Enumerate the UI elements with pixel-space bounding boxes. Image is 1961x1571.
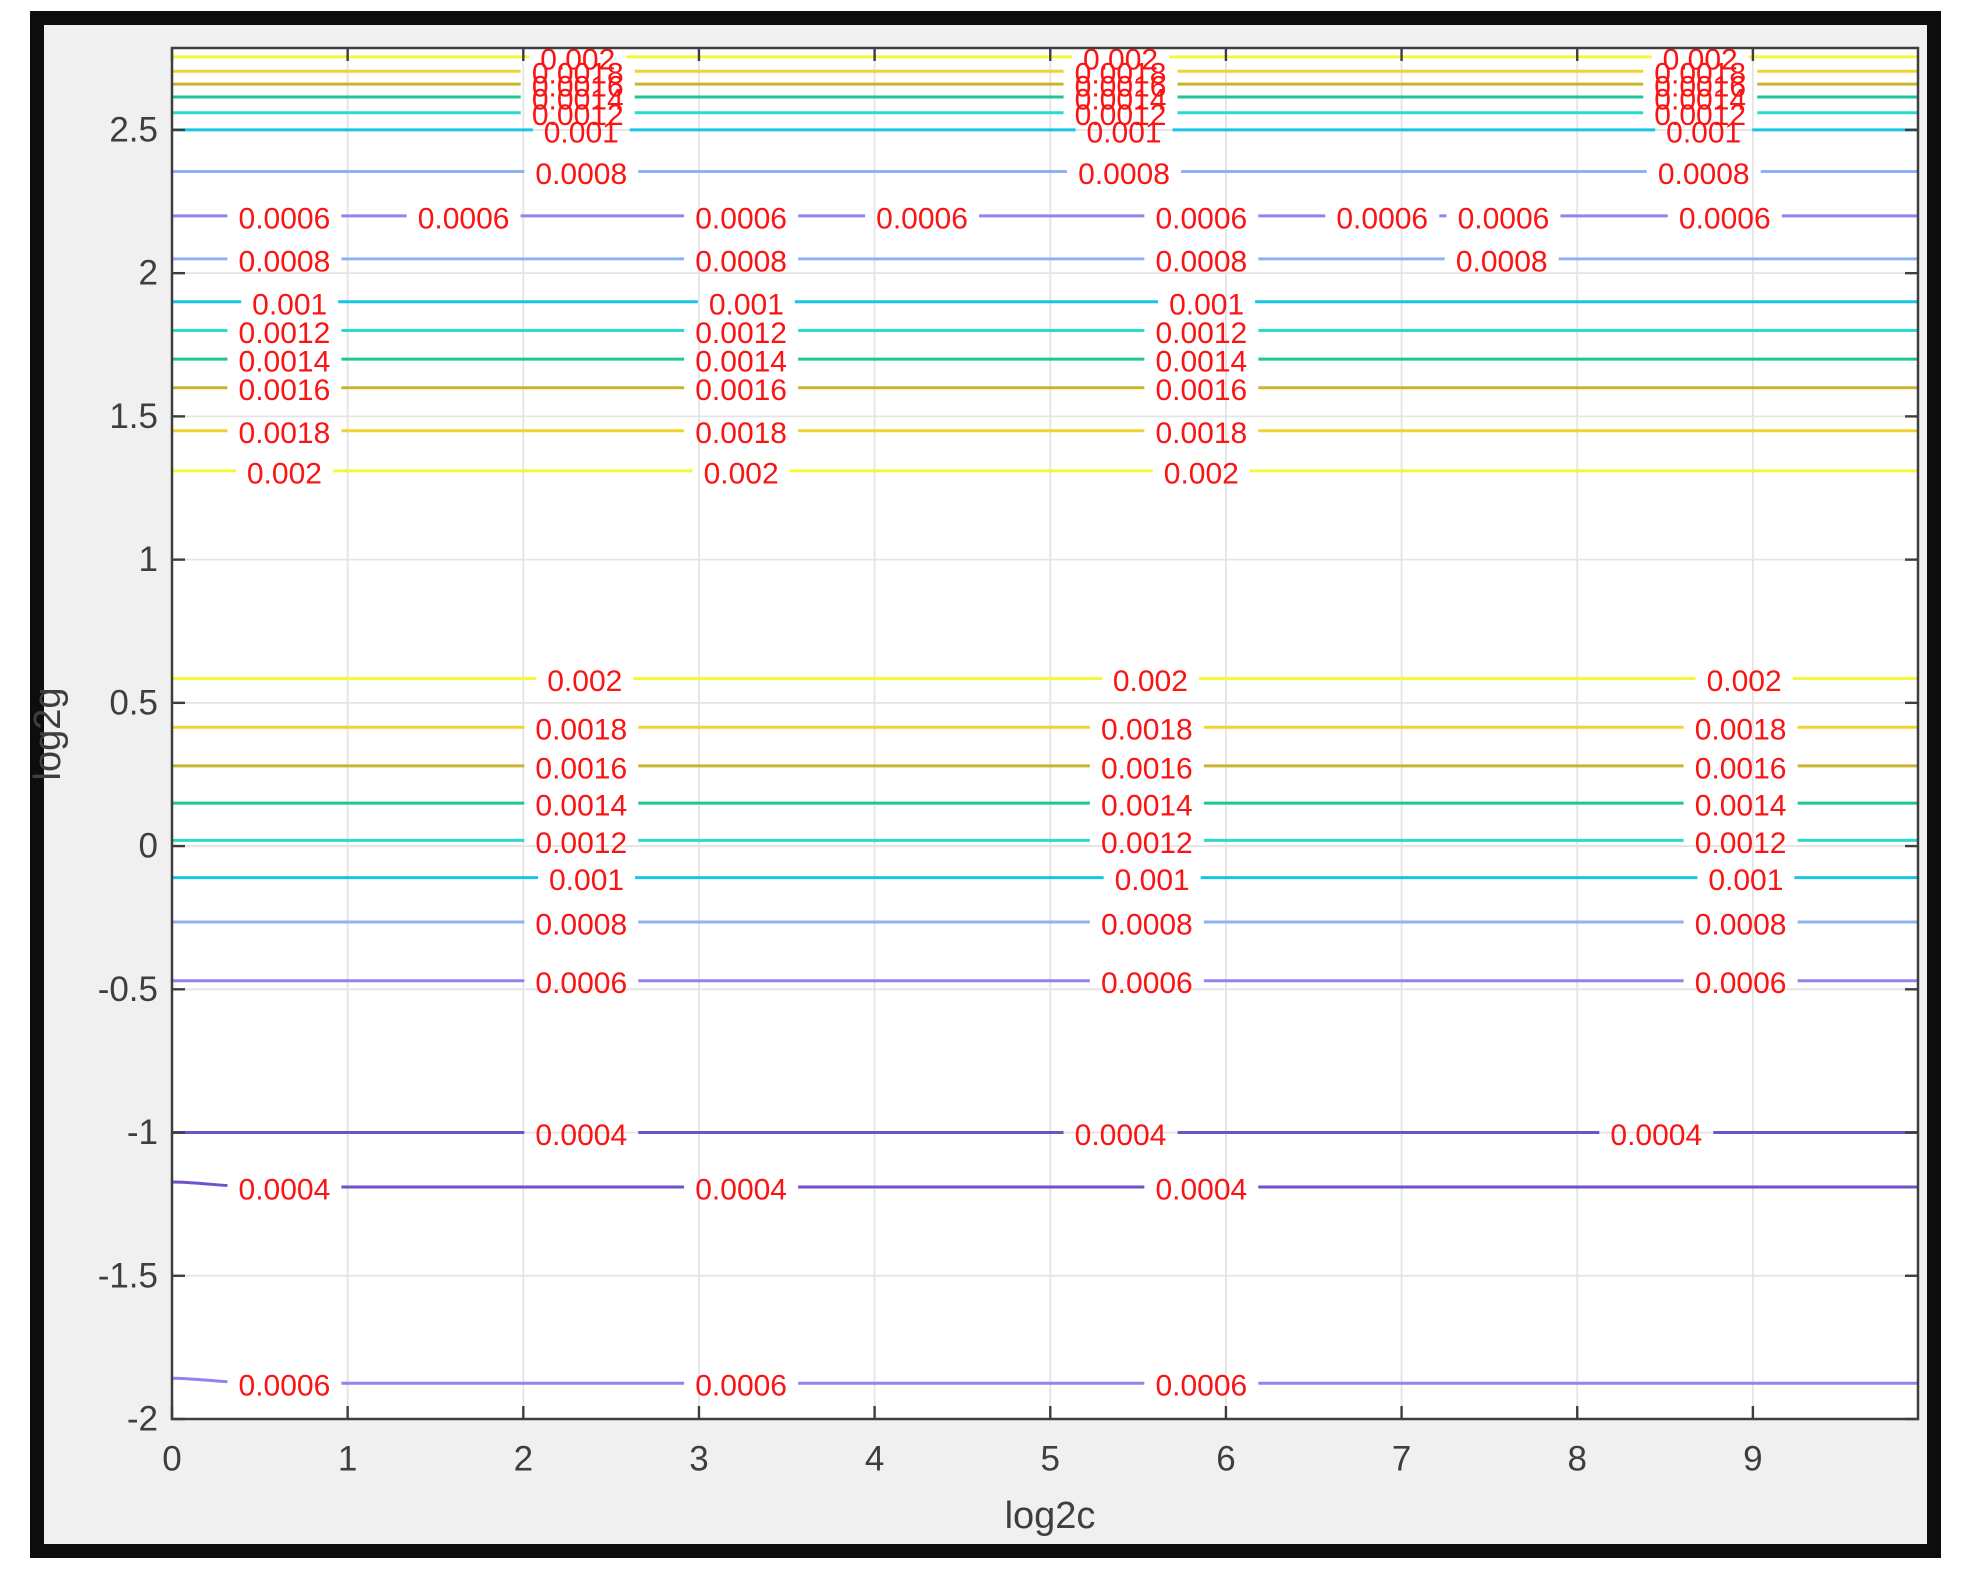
contour-label: 0.0016	[239, 374, 331, 407]
contour-label: 0.002	[1164, 457, 1239, 490]
contour-label: 0.0008	[1101, 908, 1193, 941]
y-tick-label: -1.5	[98, 1256, 158, 1295]
contour-label: 0.0012	[535, 827, 627, 860]
contour-label: 0.0018	[1155, 417, 1247, 450]
x-tick-label: 8	[1567, 1440, 1586, 1479]
contour-label: 0.0008	[1456, 245, 1548, 278]
y-tick-label: 1.5	[109, 397, 158, 436]
x-tick-label: 3	[689, 1440, 708, 1479]
contour-label: 0.0008	[1155, 245, 1247, 278]
contour-label: 0.0006	[239, 202, 331, 235]
contour-label: 0.0008	[1658, 158, 1750, 191]
contour-label: 0.0016	[1155, 374, 1247, 407]
contour-label: 0.0006	[695, 202, 787, 235]
contour-label: 0.0008	[239, 245, 331, 278]
contour-label: 0.002	[247, 457, 322, 490]
y-tick-label: 0.5	[109, 683, 158, 722]
y-tick-label: 2	[139, 254, 158, 293]
y-tick-label: -0.5	[98, 970, 158, 1009]
contour-label: 0.0008	[1695, 908, 1787, 941]
contour-label: 0.001	[1708, 864, 1783, 897]
contour-label: 0.0004	[1610, 1119, 1702, 1152]
contour-label: 0.0016	[535, 752, 627, 785]
contour-label: 0.0018	[535, 714, 627, 747]
contour-label: 0.0018	[695, 417, 787, 450]
contour-label: 0.0006	[695, 1370, 787, 1403]
x-tick-label: 7	[1392, 1440, 1411, 1479]
y-tick-label: -1	[127, 1113, 158, 1152]
y-tick-label: 0	[139, 827, 158, 866]
contour-label: 0.001	[544, 116, 619, 149]
contour-label: 0.002	[1113, 665, 1188, 698]
contour-label: 0.0008	[535, 158, 627, 191]
contour-label: 0.0016	[1695, 752, 1787, 785]
contour-label: 0.0006	[1155, 202, 1247, 235]
contour-label: 0.0012	[1101, 827, 1193, 860]
contour-label: 0.0004	[535, 1119, 627, 1152]
y-tick-label: -2	[127, 1400, 158, 1439]
contour-label: 0.0016	[1101, 752, 1193, 785]
contour-label: 0.0018	[1695, 714, 1787, 747]
contour-label: 0.0014	[1101, 790, 1193, 823]
contour-label: 0.0004	[239, 1173, 331, 1206]
contour-label: 0.0004	[695, 1173, 787, 1206]
contour-label: 0.0006	[239, 1370, 331, 1403]
x-tick-label: 4	[865, 1440, 884, 1479]
contour-label: 0.0014	[1695, 790, 1787, 823]
contour-label: 0.001	[1087, 116, 1162, 149]
x-tick-label: 5	[1041, 1440, 1060, 1479]
y-tick-label: 1	[139, 540, 158, 579]
contour-label: 0.0006	[1101, 967, 1193, 1000]
contour-label: 0.0006	[1155, 1370, 1247, 1403]
contour-label: 0.0006	[1336, 202, 1428, 235]
y-tick-label: 2.5	[109, 110, 158, 149]
contour-label: 0.0018	[239, 417, 331, 450]
contour-chart: 0.0020.0020.0020.00180.00180.00180.00160…	[0, 0, 1961, 1571]
contour-label: 0.002	[704, 457, 779, 490]
contour-label: 0.0006	[1695, 967, 1787, 1000]
contour-label: 0.0004	[1155, 1173, 1247, 1206]
contour-label: 0.0006	[1458, 202, 1550, 235]
contour-label: 0.0006	[1679, 202, 1771, 235]
x-tick-label: 0	[162, 1440, 181, 1479]
x-axis-title: log2c	[990, 1497, 1110, 1535]
contour-label: 0.001	[1115, 864, 1190, 897]
x-tick-label: 9	[1743, 1440, 1762, 1479]
contour-label: 0.0006	[535, 967, 627, 1000]
contour-label: 0.001	[549, 864, 624, 897]
contour-label: 0.0008	[535, 908, 627, 941]
contour-label: 0.0012	[1695, 827, 1787, 860]
contour-label: 0.0004	[1075, 1119, 1167, 1152]
contour-label: 0.002	[547, 665, 622, 698]
contour-label: 0.0008	[1078, 158, 1170, 191]
y-axis-title: log2g	[29, 644, 67, 824]
x-tick-label: 2	[514, 1440, 533, 1479]
x-tick-label: 6	[1216, 1440, 1235, 1479]
contour-label: 0.0016	[695, 374, 787, 407]
contour-label: 0.0008	[695, 245, 787, 278]
contour-label: 0.001	[1666, 116, 1741, 149]
contour-label: 0.0018	[1101, 714, 1193, 747]
contour-label: 0.0006	[418, 202, 510, 235]
contour-label: 0.0014	[535, 790, 627, 823]
contour-label: 0.002	[1707, 665, 1782, 698]
plot-area	[172, 48, 1918, 1419]
contour-label: 0.0006	[876, 202, 968, 235]
x-tick-label: 1	[338, 1440, 357, 1479]
figure-window: 0.0020.0020.0020.00180.00180.00180.00160…	[0, 0, 1961, 1571]
